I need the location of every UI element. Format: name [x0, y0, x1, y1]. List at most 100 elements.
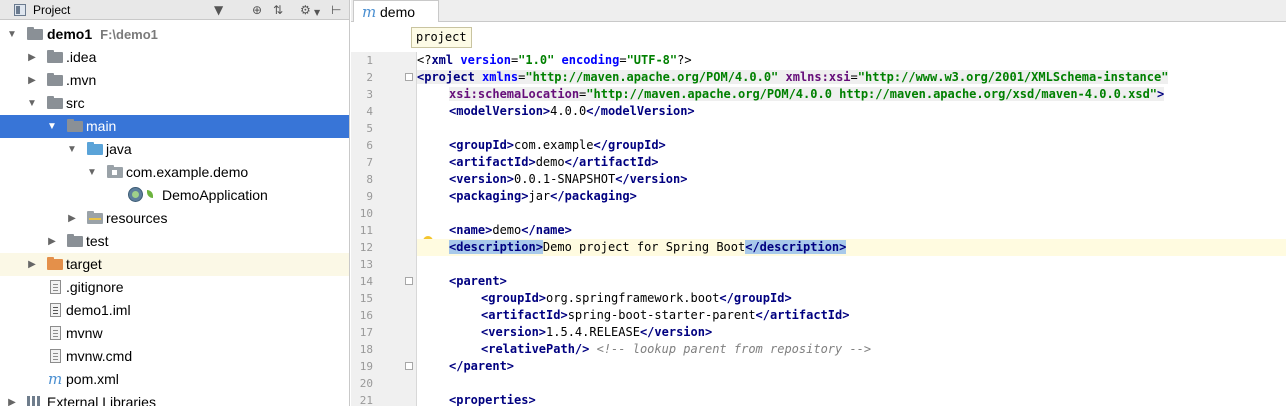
- tree-item-label: src: [66, 95, 85, 111]
- tree-item-pom-xml[interactable]: m pom.xml: [0, 368, 349, 391]
- fold-marker-icon[interactable]: [405, 277, 413, 285]
- tree-item-mvn[interactable]: ▶ .mvn: [0, 69, 349, 92]
- gear-icon[interactable]: ⚙: [300, 3, 311, 17]
- code-line-14: <parent>: [449, 274, 507, 288]
- tree-item-package[interactable]: ▼ com.example.demo: [0, 161, 349, 184]
- tree-item-label: DemoApplication: [162, 187, 268, 203]
- tree-item-label: mvnw.cmd: [66, 348, 133, 364]
- folder-icon: [67, 119, 83, 132]
- tree-item-demoapplication[interactable]: DemoApplication: [0, 184, 349, 207]
- collapse-arrow-icon[interactable]: ▶: [26, 253, 38, 276]
- editor-tab-demo[interactable]: m demo: [353, 0, 439, 22]
- project-tool-window: Project ▼ ⊕ ⇅ ⚙ ▼ ⊢ ▼ demo1 F:\demo1 ▶ .i…: [0, 0, 350, 406]
- tree-item-label: .mvn: [66, 72, 97, 88]
- line-number: 15: [359, 292, 373, 305]
- collapse-arrow-icon[interactable]: ▶: [26, 46, 38, 69]
- expand-arrow-icon[interactable]: ▼: [86, 161, 98, 184]
- collapse-arrow-icon[interactable]: ▶: [46, 230, 58, 253]
- xml-breadcrumb-tooltip: project: [411, 27, 472, 48]
- project-view-selector[interactable]: Project: [33, 2, 70, 18]
- project-panel-header: Project ▼ ⊕ ⇅ ⚙ ▼ ⊢: [0, 0, 349, 20]
- tree-item-mvnw[interactable]: mvnw: [0, 322, 349, 345]
- tree-item-test[interactable]: ▶ test: [0, 230, 349, 253]
- tree-item-src[interactable]: ▼ src: [0, 92, 349, 115]
- code-line-17: <version>1.5.4.RELEASE</version>: [481, 325, 713, 339]
- iml-file-icon: [50, 303, 61, 317]
- expand-arrow-icon[interactable]: ▼: [6, 23, 18, 46]
- line-number: 14: [359, 275, 373, 288]
- code-line-3: xsi:schemaLocation="http://maven.apache.…: [449, 87, 1165, 101]
- collapse-arrow-icon[interactable]: ▶: [66, 207, 78, 230]
- tree-item-label: .idea: [66, 49, 97, 65]
- maven-file-icon: m: [48, 370, 63, 388]
- line-number: 13: [359, 258, 373, 271]
- collapse-arrow-icon[interactable]: ▶: [6, 391, 18, 406]
- fold-marker-icon[interactable]: [405, 362, 413, 370]
- line-number: 19: [359, 360, 373, 373]
- tree-item-java[interactable]: ▼ java: [0, 138, 349, 161]
- tree-item-label: target: [66, 256, 102, 272]
- chevron-down-icon[interactable]: ▼: [214, 3, 223, 17]
- line-number: 9: [366, 190, 373, 203]
- tree-item-resources[interactable]: ▶ resources: [0, 207, 349, 230]
- expand-arrow-icon[interactable]: ▼: [26, 92, 38, 115]
- tree-item-target[interactable]: ▶ target: [0, 253, 349, 276]
- line-number: 12: [359, 241, 373, 254]
- tree-item-idea[interactable]: ▶ .idea: [0, 46, 349, 69]
- code-line-19: </parent>: [449, 359, 515, 373]
- line-number: 11: [359, 224, 373, 237]
- folder-icon: [47, 50, 63, 63]
- code-line-6: <groupId>com.example</groupId>: [449, 138, 666, 152]
- code-line-7: <artifactId>demo</artifactId>: [449, 155, 659, 169]
- gear-dropdown-icon[interactable]: ▼: [314, 6, 320, 20]
- tab-label: demo: [380, 4, 416, 20]
- line-number: 3: [366, 88, 373, 101]
- tree-item-label: demo1.iml: [66, 302, 131, 318]
- line-number-gutter: 1 2 3 4 5 6 7 8 9 10 11 12 13 14 15 16 1…: [351, 52, 417, 406]
- line-number: 18: [359, 343, 373, 356]
- pin-icon[interactable]: ⊢: [331, 3, 341, 17]
- folder-icon: [47, 96, 63, 109]
- line-number: 17: [359, 326, 373, 339]
- code-line-8: <version>0.0.1-SNAPSHOT</version>: [449, 172, 688, 186]
- collapse-icon[interactable]: ⇅: [273, 3, 283, 17]
- text-file-icon: [50, 326, 61, 340]
- spring-leaf-icon: [147, 190, 153, 198]
- code-editor[interactable]: <?xml version="1.0" encoding="UTF-8"?> <…: [417, 52, 1286, 406]
- fold-marker-icon[interactable]: [405, 73, 413, 81]
- tree-item-mvnw-cmd[interactable]: mvnw.cmd: [0, 345, 349, 368]
- line-number: 2: [366, 71, 373, 84]
- code-line-1: <?xml version="1.0" encoding="UTF-8"?>: [417, 53, 692, 67]
- tree-item-label: External Libraries: [47, 394, 156, 406]
- code-line-16: <artifactId>spring-boot-starter-parent</…: [481, 308, 850, 322]
- package-icon: [107, 165, 123, 178]
- code-line-9: <packaging>jar</packaging>: [449, 189, 637, 203]
- tree-item-label: main: [86, 118, 117, 134]
- expand-arrow-icon[interactable]: ▼: [46, 115, 58, 138]
- code-line-11: <name>demo</name>: [449, 223, 572, 237]
- resources-folder-icon: [87, 211, 103, 224]
- tree-item-label: mvnw: [66, 325, 103, 341]
- tree-item-demo1-iml[interactable]: demo1.iml: [0, 299, 349, 322]
- tree-item-gitignore[interactable]: .gitignore: [0, 276, 349, 299]
- tree-item-label: demo1: [47, 26, 93, 42]
- tree-item-label: com.example.demo: [126, 164, 249, 180]
- text-file-icon: [50, 349, 61, 363]
- tree-item-demo1[interactable]: ▼ demo1 F:\demo1: [0, 23, 349, 46]
- source-folder-icon: [87, 142, 103, 155]
- module-path: F:\demo1: [100, 27, 158, 42]
- folder-icon: [67, 234, 83, 247]
- line-number: 1: [366, 54, 373, 67]
- collapse-arrow-icon[interactable]: ▶: [26, 69, 38, 92]
- editor-area: m demo project 1 2 3 4 5 6 7 8 9 10 11 1…: [351, 0, 1286, 406]
- tree-item-main[interactable]: ▼ main: [0, 115, 349, 138]
- spring-boot-class-icon: [128, 187, 143, 202]
- folder-icon: [47, 73, 63, 86]
- target-icon[interactable]: ⊕: [252, 3, 262, 17]
- line-number: 21: [359, 394, 373, 406]
- line-number: 8: [366, 173, 373, 186]
- expand-arrow-icon[interactable]: ▼: [66, 138, 78, 161]
- editor-tab-bar: m demo: [351, 0, 1286, 22]
- text-file-icon: [50, 280, 61, 294]
- tree-item-external-libraries[interactable]: ▶ External Libraries: [0, 391, 349, 406]
